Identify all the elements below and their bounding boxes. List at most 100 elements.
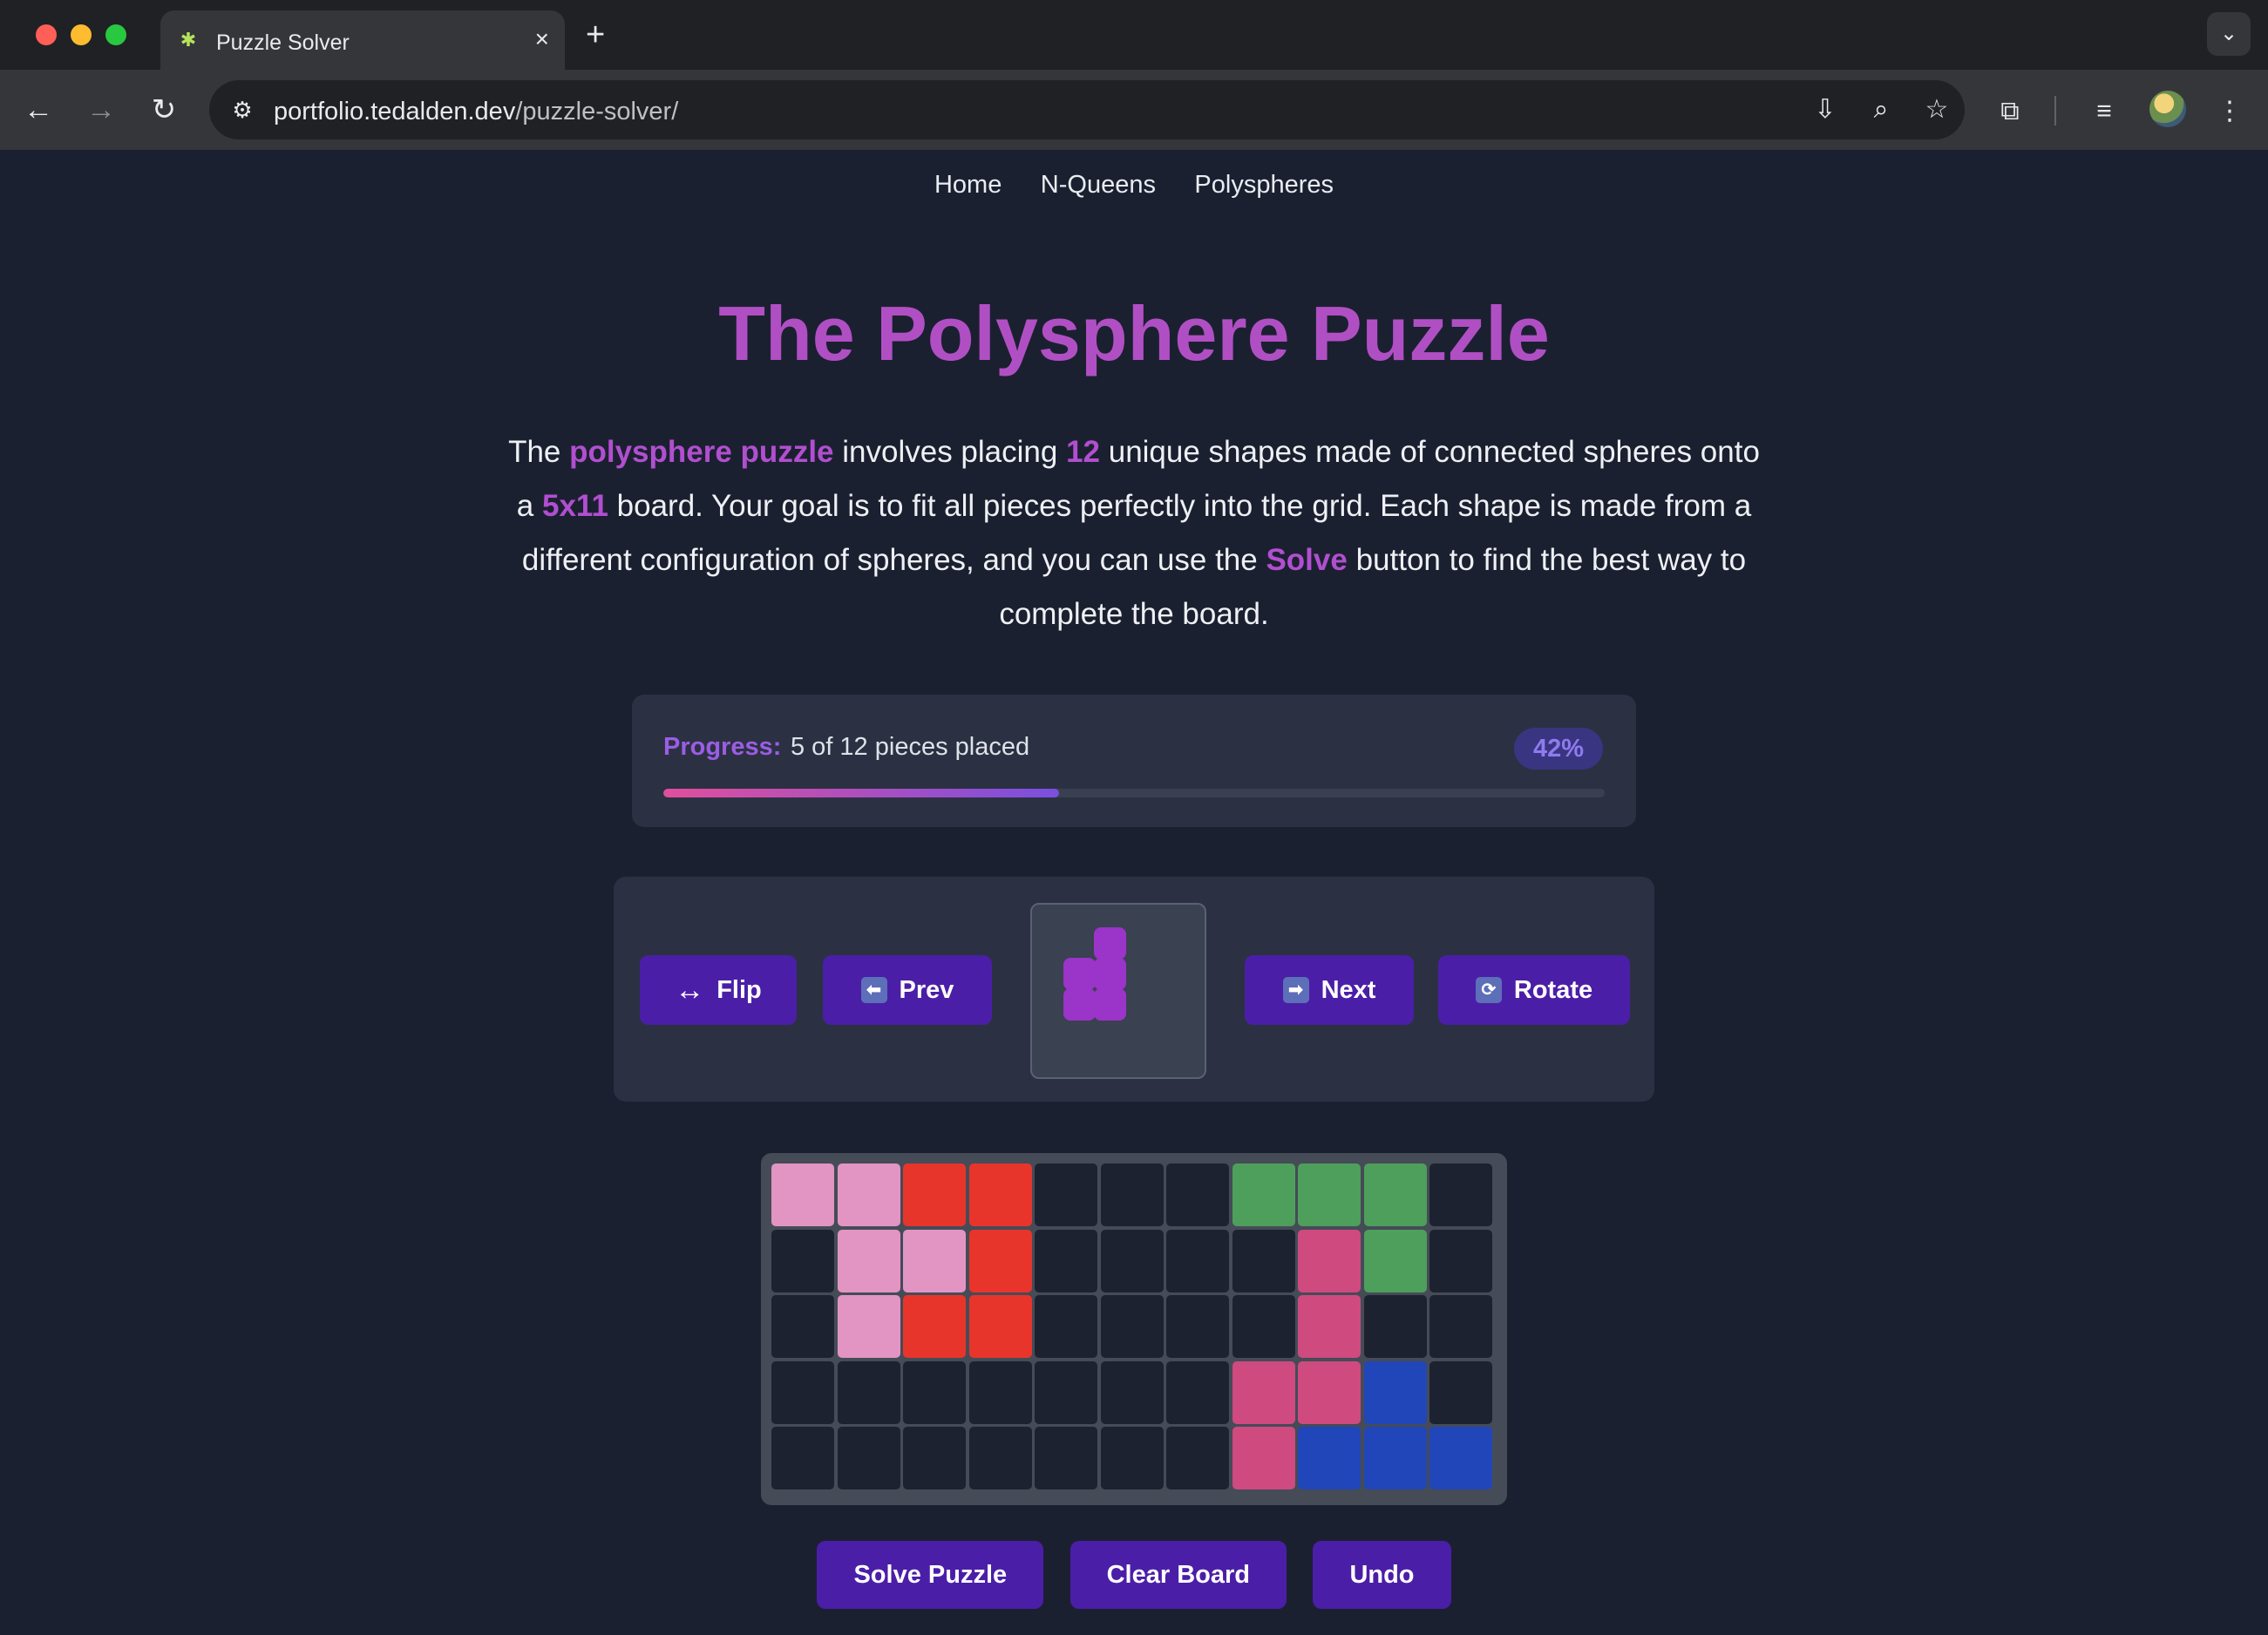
flip-button[interactable]: ↔ Flip — [640, 955, 797, 1025]
forward-icon[interactable]: → — [80, 89, 122, 131]
board-cell[interactable] — [1232, 1427, 1295, 1489]
board-cell[interactable] — [1166, 1427, 1229, 1489]
progress-bar — [663, 789, 1605, 797]
board-cell[interactable] — [837, 1427, 900, 1489]
progress-text: 5 of 12 pieces placed — [791, 733, 1030, 761]
media-icon[interactable]: ≡ — [2087, 94, 2122, 129]
board-cell[interactable] — [1166, 1295, 1229, 1358]
new-tab-icon[interactable]: + — [586, 17, 605, 52]
board-cell[interactable] — [1166, 1163, 1229, 1226]
board-cell[interactable] — [1363, 1295, 1427, 1358]
board-cell[interactable] — [1298, 1295, 1361, 1358]
board-cell[interactable] — [1035, 1163, 1097, 1226]
board-cell[interactable] — [903, 1295, 966, 1358]
nav-link-n-queens[interactable]: N-Queens — [1041, 171, 1156, 199]
board-cell[interactable] — [771, 1229, 834, 1292]
board-cell[interactable] — [1100, 1360, 1164, 1424]
board-cell[interactable] — [1166, 1229, 1229, 1292]
close-tab-icon[interactable]: × — [535, 26, 549, 52]
bookmark-star-icon[interactable]: ☆ — [1921, 94, 1952, 126]
address-bar[interactable]: ⚙ portfolio.tedalden.dev/puzzle-solver/ … — [209, 80, 1965, 139]
board-cell[interactable] — [1429, 1427, 1492, 1489]
board-cell[interactable] — [903, 1163, 966, 1226]
board-cell[interactable] — [1232, 1295, 1295, 1358]
board-cell[interactable] — [968, 1163, 1032, 1226]
board-cell[interactable] — [1363, 1163, 1427, 1226]
board-cell[interactable] — [837, 1360, 900, 1424]
board-cell[interactable] — [1429, 1163, 1492, 1226]
board-cell[interactable] — [1166, 1360, 1229, 1424]
tab-search-chevron-icon[interactable]: ⌄ — [2207, 12, 2251, 56]
toolbar-divider — [2054, 96, 2056, 126]
board-cell[interactable] — [1429, 1295, 1492, 1358]
next-button[interactable]: ➡ Next — [1245, 955, 1414, 1025]
board-cell[interactable] — [1429, 1229, 1492, 1292]
board-cell[interactable] — [837, 1295, 900, 1358]
zoom-icon[interactable]: ⌕ — [1865, 94, 1897, 126]
board-cell[interactable] — [1298, 1229, 1361, 1292]
install-app-icon[interactable]: ⇩ — [1810, 94, 1841, 126]
nav-link-home[interactable]: Home — [934, 171, 1002, 199]
solve-puzzle-button[interactable]: Solve Puzzle — [817, 1541, 1044, 1609]
right-arrow-icon: ➡ — [1282, 977, 1309, 1003]
board-cell[interactable] — [903, 1229, 966, 1292]
board-cell[interactable] — [1298, 1163, 1361, 1226]
board-cell[interactable] — [968, 1229, 1032, 1292]
back-icon[interactable]: ← — [17, 89, 59, 131]
progress-percent-badge: 42% — [1513, 728, 1603, 770]
more-menu-icon[interactable]: ⋮ — [2212, 94, 2247, 129]
board-cell[interactable] — [968, 1360, 1032, 1424]
profile-avatar[interactable] — [2149, 91, 2186, 127]
preview-sphere — [1094, 988, 1126, 1021]
preview-sphere — [1063, 988, 1096, 1021]
board-cell[interactable] — [1232, 1360, 1295, 1424]
board-cell[interactable] — [1035, 1229, 1097, 1292]
board-cell[interactable] — [1429, 1360, 1492, 1424]
preview-sphere — [1094, 958, 1126, 990]
board-cell[interactable] — [1232, 1163, 1295, 1226]
prev-button[interactable]: ⬅ Prev — [823, 955, 992, 1025]
board-cell[interactable] — [1100, 1229, 1164, 1292]
tab-title: Puzzle Solver — [216, 31, 350, 55]
extensions-icon[interactable]: ⧉ — [1993, 94, 2027, 129]
board-cell[interactable] — [1035, 1295, 1097, 1358]
url-text[interactable]: portfolio.tedalden.dev/puzzle-solver/ — [274, 98, 678, 126]
site-info-icon[interactable]: ⚙ — [225, 92, 260, 127]
board-cell[interactable] — [1232, 1229, 1295, 1292]
board-cell[interactable] — [1100, 1295, 1164, 1358]
close-window-button[interactable] — [36, 24, 57, 45]
board-cell[interactable] — [1100, 1163, 1164, 1226]
rotate-button[interactable]: ⟳ Rotate — [1438, 955, 1630, 1025]
board-cell[interactable] — [1035, 1427, 1097, 1489]
puzzle-board — [761, 1153, 1507, 1505]
board-cell[interactable] — [1100, 1427, 1164, 1489]
nav-link-polyspheres[interactable]: Polyspheres — [1194, 171, 1334, 199]
board-cell[interactable] — [1298, 1427, 1361, 1489]
board-cell[interactable] — [903, 1360, 966, 1424]
board-cell[interactable] — [1298, 1360, 1361, 1424]
board-cell[interactable] — [1363, 1360, 1427, 1424]
maximize-window-button[interactable] — [105, 24, 126, 45]
minimize-window-button[interactable] — [71, 24, 92, 45]
board-cell[interactable] — [771, 1360, 834, 1424]
action-buttons: Solve Puzzle Clear Board Undo — [0, 1541, 2268, 1609]
board-cell[interactable] — [771, 1427, 834, 1489]
board-cell[interactable] — [771, 1163, 834, 1226]
reload-icon[interactable]: ↻ — [143, 89, 185, 131]
board-cell[interactable] — [903, 1427, 966, 1489]
piece-controls: ↔ Flip ⬅ Prev ➡ Next ⟳ Rotate — [614, 877, 1654, 1102]
board-cell[interactable] — [1363, 1427, 1427, 1489]
progress-card: Progress: 5 of 12 pieces placed 42% — [632, 695, 1636, 827]
board-cell[interactable] — [771, 1295, 834, 1358]
undo-button[interactable]: Undo — [1313, 1541, 1451, 1609]
board-cell[interactable] — [1035, 1360, 1097, 1424]
site-nav: Home N-Queens Polyspheres — [0, 171, 2268, 200]
board-cell[interactable] — [837, 1163, 900, 1226]
browser-tab[interactable]: ✱ Puzzle Solver × — [160, 10, 565, 70]
board-cell[interactable] — [1363, 1229, 1427, 1292]
left-arrow-icon: ⬅ — [860, 977, 887, 1003]
board-cell[interactable] — [837, 1229, 900, 1292]
clear-board-button[interactable]: Clear Board — [1069, 1541, 1287, 1609]
board-cell[interactable] — [968, 1427, 1032, 1489]
board-cell[interactable] — [968, 1295, 1032, 1358]
